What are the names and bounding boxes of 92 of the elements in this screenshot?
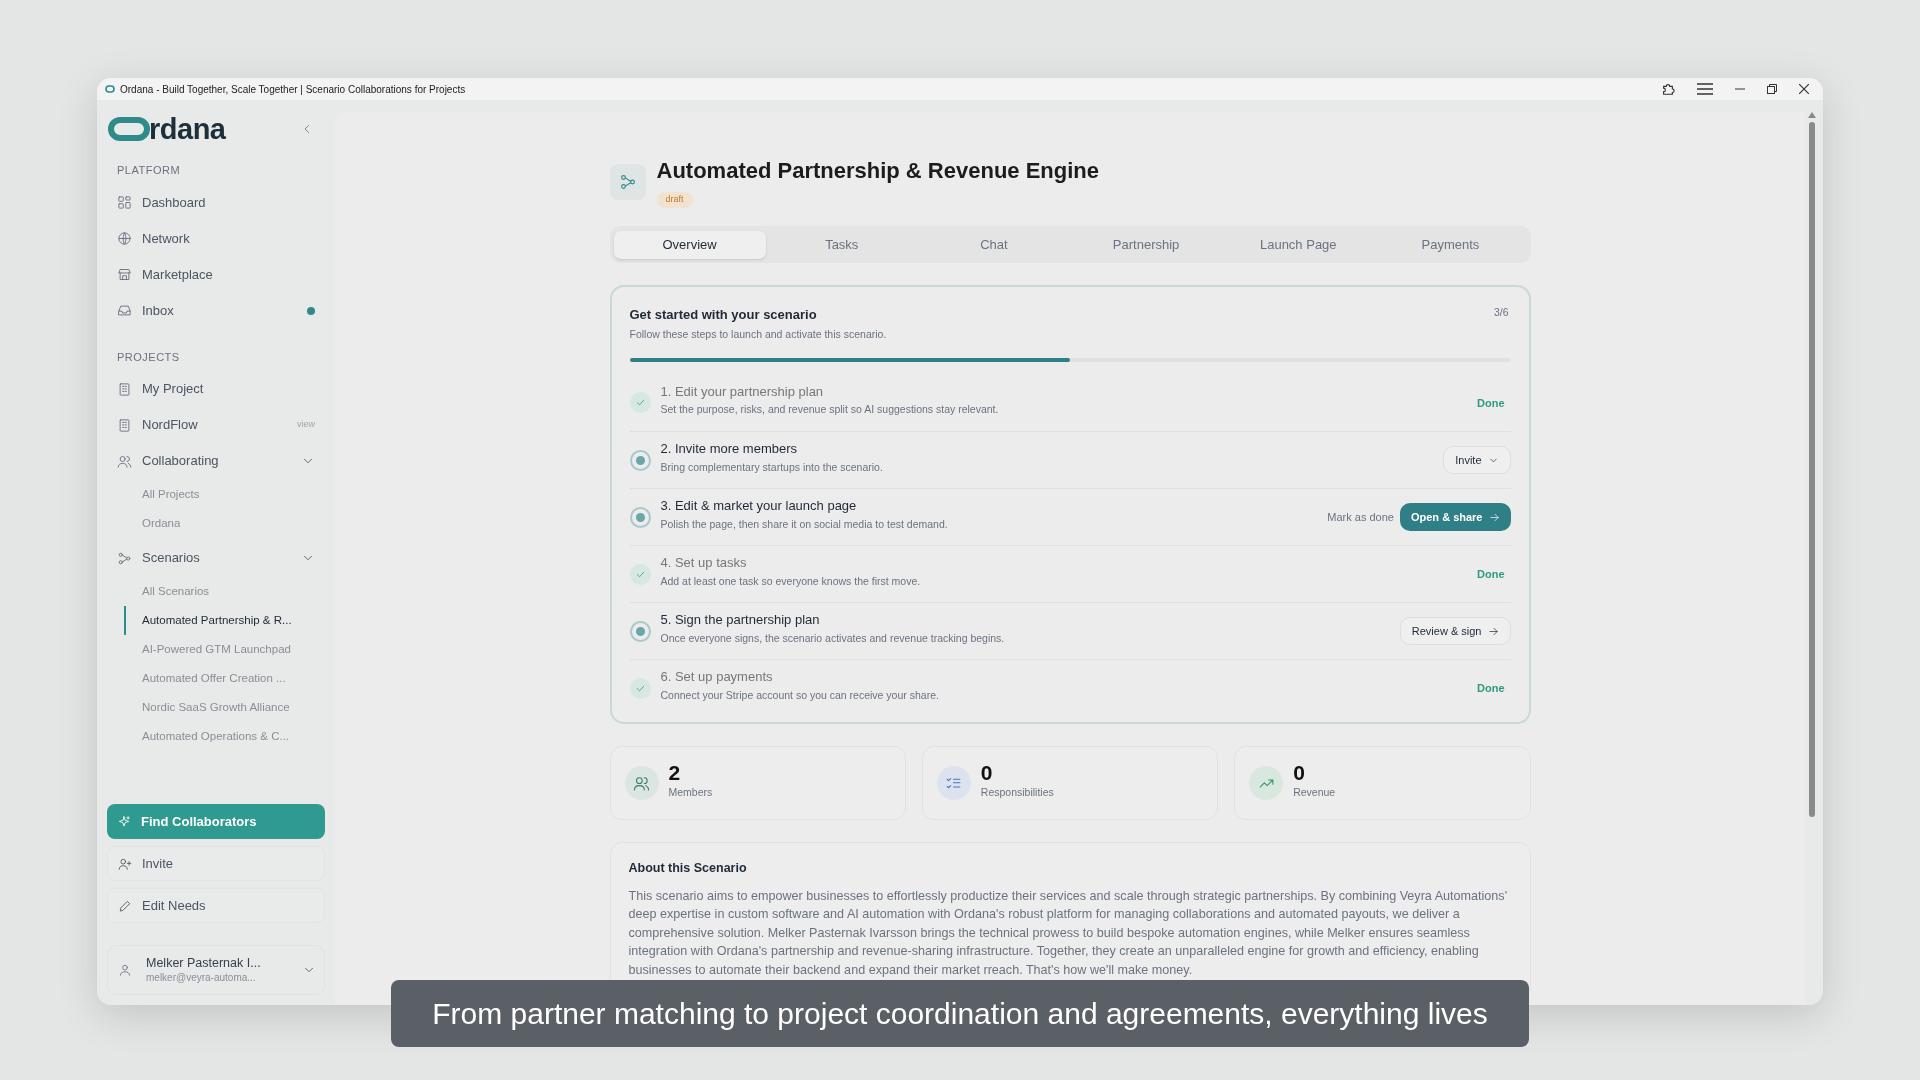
users-icon bbox=[633, 774, 650, 792]
checklist-subtitle: Follow these steps to launch and activate this scenario. bbox=[629, 326, 887, 342]
stat-label: Responsibilities bbox=[980, 785, 1054, 801]
step-description: Set the purpose, risks, and revenue split so AI suggestions stay relevant. bbox=[660, 402, 999, 418]
status-badge: draft bbox=[656, 192, 693, 208]
step-description: Connect your Stripe account so you can receive your share. bbox=[660, 687, 939, 703]
tab[interactable]: Tasks bbox=[765, 230, 918, 259]
sidebar-subitem[interactable]: AI-Powered GTM Launchpad bbox=[124, 635, 325, 664]
logo-icon bbox=[108, 117, 150, 141]
arrow-right-icon bbox=[1487, 625, 1499, 637]
about-text: This scenario aims to empower businesses to effortlessly productize their services and scale through strategic partnerships. By combining Veyra Automations' deep expertise in custom software and AI automation with Ordana's robust platform for managing collaborations and automated payouts, we deliver a comprehensive solution. Melker Pasternak Ivarsson brings the technical prowess to build bespoke automation engines, while Melker ensures seamless integration with Ordana's partnership and revenue-sharing infrastructure. Together, they create an unparalleled engine for growth and efficiency, enabling businesses to automate their backend and expand their market rreach. That's how we'll make money. bbox=[628, 888, 1509, 979]
step-title: 1. Edit your partnership plan bbox=[660, 382, 825, 401]
tab[interactable]: Payments bbox=[1374, 230, 1527, 259]
step-description: Add at least one task so everyone knows the first move. bbox=[660, 573, 921, 589]
scroll-up-icon[interactable] bbox=[1808, 112, 1816, 118]
done-label: Done bbox=[1477, 567, 1505, 582]
step-title: 2. Invite more members bbox=[660, 440, 799, 459]
about-title: About this Scenario bbox=[628, 860, 748, 878]
tab[interactable]: Overview bbox=[613, 230, 766, 259]
sidebar-item[interactable]: Dashboard bbox=[107, 184, 325, 221]
user-email: melker@veyra-automa... bbox=[146, 971, 257, 985]
check-icon bbox=[629, 563, 651, 585]
check-icon bbox=[629, 392, 651, 414]
tab[interactable]: Chat bbox=[917, 230, 1070, 259]
menu-icon[interactable] bbox=[1697, 83, 1713, 95]
sidebar-item[interactable]: Collaborating bbox=[107, 443, 325, 479]
section-heading: PROJECTS bbox=[116, 349, 181, 365]
sidebar-subitem[interactable]: Nordic SaaS Growth Alliance bbox=[124, 693, 325, 722]
user-plus-icon bbox=[118, 856, 132, 871]
step-title: 3. Edit & market your launch page bbox=[660, 497, 858, 516]
section-heading: PLATFORM bbox=[116, 163, 182, 178]
app-icon bbox=[105, 85, 115, 93]
building-icon bbox=[117, 417, 132, 433]
page-title: Automated Partnership & Revenue Engine bbox=[656, 157, 1100, 185]
users-icon bbox=[117, 453, 132, 469]
stat-value: 0 bbox=[980, 761, 994, 786]
user-name: Melker Pasternak I... bbox=[146, 955, 261, 972]
step-description: Once everyone signs, the scenario activates and revenue tracking begins. bbox=[660, 630, 1005, 646]
sidebar-item[interactable]: Marketplace bbox=[107, 256, 325, 293]
user-icon bbox=[118, 963, 132, 977]
sparkle-icon bbox=[117, 814, 131, 829]
sidebar-subitem[interactable]: Automated Partnership & R... bbox=[124, 606, 325, 635]
building-icon bbox=[117, 381, 132, 397]
sidebar-item[interactable]: Inbox bbox=[107, 292, 325, 329]
sidebar-subitem[interactable]: All Projects bbox=[124, 480, 325, 509]
pencil-icon bbox=[118, 898, 132, 913]
arrow-right-icon bbox=[1488, 511, 1500, 523]
stat-label: Members bbox=[668, 785, 713, 801]
sidebar-subitem[interactable]: Ordana bbox=[124, 509, 325, 538]
restore-icon[interactable] bbox=[1767, 84, 1777, 94]
step-description: Polish the page, then share it on social media to test demand. bbox=[660, 516, 948, 532]
globe-icon bbox=[117, 231, 132, 246]
close-icon[interactable] bbox=[1799, 84, 1809, 94]
store-icon bbox=[117, 267, 132, 282]
done-label: Done bbox=[1477, 395, 1505, 411]
mark-done-link[interactable]: Mark as done bbox=[1327, 509, 1394, 526]
open-share-button[interactable]: Open & share bbox=[1399, 503, 1511, 532]
sidebar-item[interactable]: NordFlow view bbox=[107, 407, 325, 443]
stat-label: Revenue bbox=[1293, 785, 1336, 801]
sidebar-subitem[interactable]: All Scenarios bbox=[124, 577, 325, 606]
step-title: 6. Set up payments bbox=[660, 668, 774, 687]
review-sign-button[interactable]: Review & sign bbox=[1399, 617, 1511, 646]
check-icon bbox=[629, 677, 651, 699]
nodes-icon bbox=[618, 173, 637, 191]
nodes-icon bbox=[117, 550, 132, 566]
checklist-title: Get started with your scenario bbox=[629, 306, 818, 324]
scrollbar-thumb[interactable] bbox=[1809, 122, 1815, 817]
step-title: 5. Sign the partnership plan bbox=[660, 611, 821, 630]
logo-text: rdana bbox=[149, 114, 226, 144]
inbox-icon bbox=[117, 303, 132, 318]
progress-count: 3/6 bbox=[1493, 305, 1509, 320]
tab[interactable]: Partnership bbox=[1070, 230, 1223, 259]
tab[interactable]: Launch Page bbox=[1222, 230, 1375, 259]
sidebar-item[interactable]: Network bbox=[107, 220, 325, 257]
user-card[interactable]: Melker Pasternak I... melker@veyra-automa... bbox=[107, 945, 325, 995]
step-title: 4. Set up tasks bbox=[660, 554, 748, 573]
sidebar-button[interactable]: Edit Needs bbox=[107, 888, 325, 923]
window-title: Ordana - Build Together, Scale Together | Scenario Collaborations for Projects bbox=[120, 82, 466, 97]
stat-value: 2 bbox=[668, 761, 682, 786]
sidebar-button[interactable]: Invite bbox=[107, 846, 325, 881]
step-description: Bring complementary startups into the scenario. bbox=[660, 459, 883, 475]
grid-icon bbox=[117, 195, 132, 210]
sidebar-item[interactable]: My Project bbox=[107, 371, 325, 407]
sidebar-subitem[interactable]: Automated Offer Creation ... bbox=[124, 664, 325, 693]
puzzle-icon[interactable] bbox=[1661, 82, 1675, 96]
invite-dropdown[interactable]: Invite bbox=[1443, 446, 1511, 475]
done-label: Done bbox=[1477, 681, 1505, 696]
primary-button[interactable]: Find Collaborators bbox=[107, 804, 325, 839]
stat-value: 0 bbox=[1293, 761, 1306, 786]
sidebar-subitem[interactable]: Automated Operations & C... bbox=[124, 722, 325, 751]
caption-text: From partner matching to project coordination and agreements, everything lives bbox=[391, 980, 1529, 1047]
sidebar-item[interactable]: Scenarios bbox=[107, 540, 325, 576]
